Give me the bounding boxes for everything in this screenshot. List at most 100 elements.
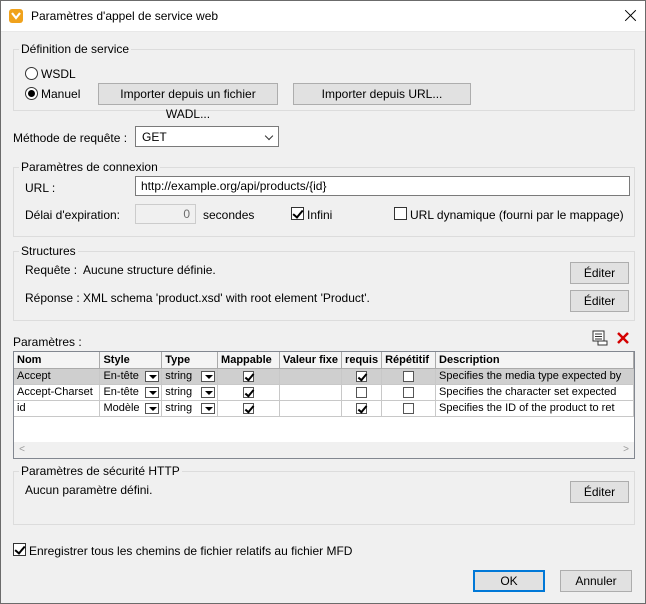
- chevron-down-icon: [264, 131, 274, 141]
- param-required[interactable]: [341, 384, 383, 401]
- parameters-table: Nom Style Type Mappable Valeur fixe requ…: [13, 351, 635, 459]
- repeating-checkbox[interactable]: [403, 386, 415, 398]
- relative-paths-checkbox[interactable]: [13, 543, 26, 556]
- param-required[interactable]: [341, 400, 383, 417]
- param-mappable[interactable]: [217, 400, 280, 417]
- import-wadl-button[interactable]: Importer depuis un fichier WADL...: [98, 83, 278, 121]
- param-style[interactable]: Modèle: [99, 400, 163, 417]
- app-icon: [9, 9, 23, 23]
- type-dropdown-icon[interactable]: [201, 402, 216, 414]
- timeout-value: 0: [183, 207, 190, 221]
- repeating-checkbox[interactable]: [403, 370, 415, 382]
- style-dropdown-icon[interactable]: [145, 370, 160, 382]
- edit-http-security-button[interactable]: Éditer: [570, 481, 629, 503]
- table-row[interactable]: Accept En-tête string Specifies the medi…: [14, 368, 634, 385]
- param-type[interactable]: string: [161, 400, 219, 417]
- dynamic-url-label: URL dynamique (fourni par le mappage): [410, 208, 624, 222]
- param-style-value: En-tête: [103, 386, 139, 398]
- table-row[interactable]: id Modèle string Specifies the ID of the…: [14, 400, 634, 417]
- param-name[interactable]: id: [14, 400, 101, 417]
- scroll-right-icon[interactable]: >: [620, 444, 632, 456]
- column-header-required[interactable]: requis: [341, 352, 383, 369]
- wsdl-label: WSDL: [41, 67, 76, 81]
- type-dropdown-icon[interactable]: [201, 386, 216, 398]
- style-dropdown-icon[interactable]: [145, 402, 160, 414]
- request-method-select[interactable]: GET: [135, 126, 279, 147]
- structures-group: [13, 251, 635, 321]
- dialog-window: Paramètres d'appel de service web Défini…: [0, 0, 646, 604]
- ok-button[interactable]: OK: [473, 570, 545, 592]
- request-method-label: Méthode de requête :: [13, 131, 128, 145]
- http-security-value: Aucun paramètre défini.: [25, 483, 153, 497]
- param-type-value: string: [165, 386, 193, 398]
- param-required[interactable]: [341, 368, 383, 385]
- url-label: URL :: [25, 181, 56, 195]
- request-method-value: GET: [142, 130, 167, 144]
- style-dropdown-icon[interactable]: [145, 386, 160, 398]
- url-input[interactable]: http://example.org/api/products/{id}: [135, 176, 630, 196]
- service-definition-legend: Définition de service: [19, 42, 132, 56]
- window-title: Paramètres d'appel de service web: [31, 9, 219, 23]
- response-structure-label: Réponse :: [25, 291, 80, 305]
- close-icon[interactable]: [621, 6, 641, 26]
- parameters-label: Paramètres :: [13, 335, 82, 349]
- manual-label: Manuel: [41, 87, 81, 101]
- param-description[interactable]: Specifies the media type expected by: [435, 368, 634, 385]
- param-style-value: En-tête: [103, 370, 139, 382]
- param-description[interactable]: Specifies the character set expected: [435, 384, 634, 401]
- delete-icon[interactable]: [615, 330, 631, 346]
- column-header-mappable[interactable]: Mappable: [217, 352, 280, 369]
- import-url-button[interactable]: Importer depuis URL...: [293, 83, 471, 105]
- wsdl-radio[interactable]: [25, 67, 38, 80]
- edit-response-structure-button[interactable]: Éditer: [570, 290, 629, 312]
- param-style[interactable]: En-tête: [99, 384, 163, 401]
- param-type[interactable]: string: [161, 368, 219, 385]
- param-mappable[interactable]: [217, 368, 280, 385]
- mappable-checkbox[interactable]: [243, 370, 255, 382]
- param-name[interactable]: Accept: [14, 368, 101, 385]
- infinite-label: Infini: [307, 208, 333, 222]
- timeout-input[interactable]: 0: [135, 204, 196, 224]
- url-value: http://example.org/api/products/{id}: [141, 179, 327, 193]
- required-checkbox[interactable]: [356, 370, 368, 382]
- param-type-value: string: [165, 370, 193, 382]
- param-type[interactable]: string: [161, 384, 219, 401]
- structures-legend: Structures: [19, 244, 78, 258]
- cancel-button[interactable]: Annuler: [560, 570, 632, 592]
- param-repeating[interactable]: [381, 368, 437, 385]
- add-parameter-icon[interactable]: [592, 330, 608, 346]
- http-security-legend: Paramètres de sécurité HTTP: [19, 464, 182, 478]
- required-checkbox[interactable]: [356, 402, 368, 414]
- http-security-group: [13, 471, 635, 525]
- repeating-checkbox[interactable]: [403, 402, 415, 414]
- title-bar: Paramètres d'appel de service web: [1, 1, 645, 32]
- param-fixed-value[interactable]: [279, 384, 343, 401]
- param-fixed-value[interactable]: [279, 368, 343, 385]
- param-name[interactable]: Accept-Charset: [14, 384, 101, 401]
- param-fixed-value[interactable]: [279, 400, 343, 417]
- column-header-style[interactable]: Style: [99, 352, 163, 369]
- manual-radio[interactable]: [25, 87, 38, 100]
- table-row[interactable]: Accept-Charset En-tête string Specifies …: [14, 384, 634, 401]
- infinite-checkbox[interactable]: [291, 207, 304, 220]
- column-header-description[interactable]: Description: [435, 352, 634, 369]
- param-mappable[interactable]: [217, 384, 280, 401]
- dynamic-url-checkbox[interactable]: [394, 207, 407, 220]
- timeout-unit: secondes: [203, 208, 255, 222]
- param-repeating[interactable]: [381, 384, 437, 401]
- mappable-checkbox[interactable]: [243, 386, 255, 398]
- column-header-repeating[interactable]: Répétitif: [381, 352, 437, 369]
- column-header-type[interactable]: Type: [161, 352, 219, 369]
- param-description[interactable]: Specifies the ID of the product to ret: [435, 400, 634, 417]
- horizontal-scrollbar[interactable]: < >: [14, 442, 634, 458]
- mappable-checkbox[interactable]: [243, 402, 255, 414]
- scroll-left-icon[interactable]: <: [16, 444, 28, 456]
- param-repeating[interactable]: [381, 400, 437, 417]
- param-style[interactable]: En-tête: [99, 368, 163, 385]
- required-checkbox[interactable]: [356, 386, 368, 398]
- column-header-name[interactable]: Nom: [14, 352, 101, 369]
- param-style-value: Modèle: [103, 402, 140, 414]
- type-dropdown-icon[interactable]: [201, 370, 216, 382]
- edit-request-structure-button[interactable]: Éditer: [570, 262, 629, 284]
- column-header-fixed-value[interactable]: Valeur fixe: [279, 352, 343, 369]
